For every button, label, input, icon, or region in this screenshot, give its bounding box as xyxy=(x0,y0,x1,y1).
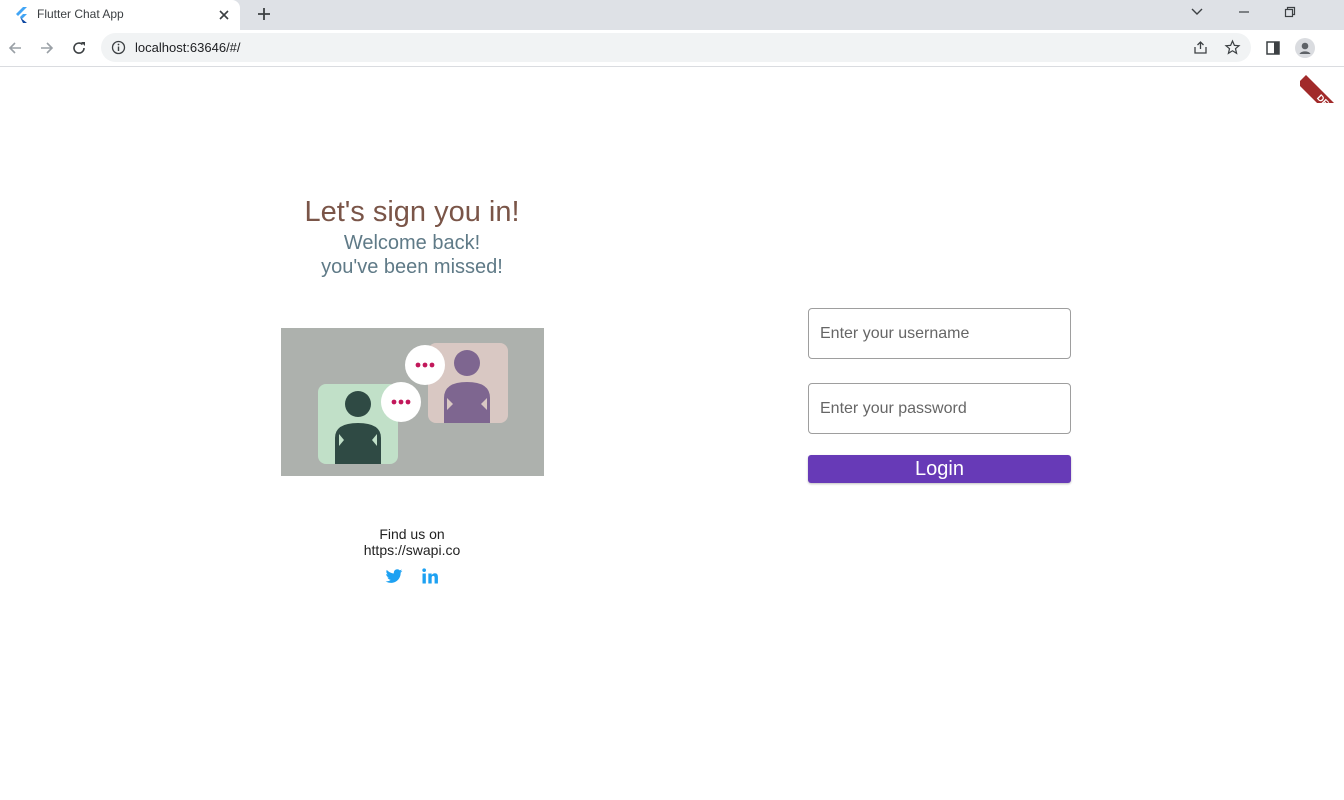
linkedin-icon[interactable] xyxy=(420,566,440,586)
browser-tab[interactable]: Flutter Chat App xyxy=(0,0,240,30)
twitter-icon[interactable] xyxy=(384,566,404,586)
forward-icon xyxy=(41,42,54,54)
tab-search-button[interactable] xyxy=(1174,0,1220,24)
username-field xyxy=(808,308,1071,359)
username-input[interactable] xyxy=(809,309,1070,358)
share-icon[interactable] xyxy=(1192,39,1209,56)
website-link[interactable]: https://swapi.co xyxy=(312,542,512,558)
profile-icon xyxy=(1295,38,1315,58)
plus-icon[interactable] xyxy=(255,5,273,23)
browser-toolbar: localhost:63646/#/ xyxy=(0,30,1344,67)
password-input[interactable] xyxy=(809,384,1070,433)
debug-banner-label: DEBUG xyxy=(1300,75,1344,103)
password-field xyxy=(808,383,1071,434)
chat-illustration xyxy=(281,328,544,476)
find-us-text: Find us on xyxy=(379,526,445,542)
login-button[interactable]: Login xyxy=(808,455,1071,483)
reload-icon xyxy=(73,42,85,54)
restore-icon xyxy=(1284,6,1296,18)
welcome-back-text: Welcome back! xyxy=(343,232,481,254)
close-icon[interactable] xyxy=(216,7,232,23)
forward-button[interactable] xyxy=(37,38,57,58)
sidepanel-icon xyxy=(1266,41,1280,55)
chevron-down-icon xyxy=(1191,8,1203,15)
tab-strip: Flutter Chat App xyxy=(0,0,1344,30)
minimize-button[interactable] xyxy=(1221,0,1267,24)
missed-text: you've been missed! xyxy=(321,256,503,278)
url-text: localhost:63646/#/ xyxy=(135,40,241,55)
info-icon[interactable] xyxy=(111,40,126,55)
side-panel-button[interactable] xyxy=(1263,38,1283,58)
tab-title: Flutter Chat App xyxy=(37,7,124,21)
star-icon[interactable] xyxy=(1224,39,1241,56)
flutter-icon xyxy=(16,7,27,23)
address-bar[interactable]: localhost:63646/#/ xyxy=(101,33,1251,62)
signin-title: Let's sign you in! xyxy=(304,196,520,228)
back-button[interactable] xyxy=(5,38,25,58)
restore-button[interactable] xyxy=(1267,0,1313,24)
back-icon xyxy=(8,42,21,54)
reload-button[interactable] xyxy=(69,38,89,58)
debug-banner: DEBUG xyxy=(1300,67,1344,103)
profile-button[interactable] xyxy=(1295,38,1315,58)
minimize-icon xyxy=(1239,11,1249,13)
